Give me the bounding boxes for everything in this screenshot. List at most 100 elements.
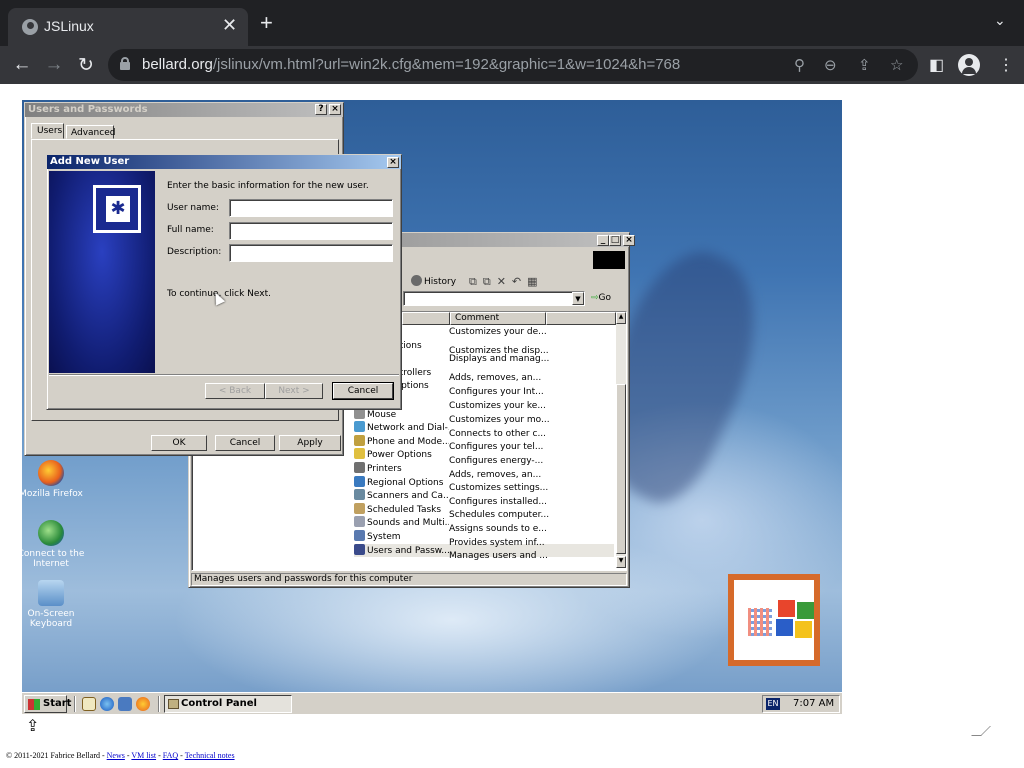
taskbar-control-panel-button[interactable]: Control Panel xyxy=(164,695,292,713)
desktop-icon-firefox[interactable]: Mozilla Firefox xyxy=(22,460,88,499)
applet-icon xyxy=(354,421,365,433)
desktop-icon-label: Mozilla Firefox xyxy=(22,489,83,499)
side-panel-icon[interactable]: ◧ xyxy=(929,55,944,75)
start-button[interactable]: Start xyxy=(24,695,71,713)
new-tab-icon[interactable]: + xyxy=(260,10,273,36)
news-link[interactable]: News xyxy=(107,751,125,760)
column-header-blank[interactable] xyxy=(546,312,616,325)
profile-avatar-icon[interactable] xyxy=(958,54,980,76)
vertical-scrollbar[interactable]: ▲ ▼ xyxy=(616,312,626,568)
start-label: Start xyxy=(43,698,72,709)
browser-tab[interactable]: JSLinux ✕ xyxy=(8,8,248,46)
tab-users[interactable]: Users xyxy=(31,123,64,139)
list-item[interactable]: Regional OptionsCustomizes settings... xyxy=(354,475,614,493)
back-button[interactable]: < Back xyxy=(205,383,265,399)
item-name: Phone and Mode... xyxy=(354,434,449,450)
language-indicator[interactable]: EN xyxy=(766,698,780,710)
clock[interactable]: 7:07 AM xyxy=(793,698,834,709)
desktop-icon-connect[interactable]: Connect to the Internet xyxy=(22,520,88,569)
applet-icon xyxy=(354,516,365,528)
item-name: Users and Passw... xyxy=(354,543,449,559)
close-button[interactable]: × xyxy=(623,235,635,246)
faq-link[interactable]: FAQ xyxy=(163,751,178,760)
history-button[interactable]: History xyxy=(407,273,460,289)
list-item[interactable]: SystemProvides system inf... xyxy=(354,529,614,548)
add-new-user-titlebar[interactable]: Add New User × xyxy=(47,155,401,169)
ok-button[interactable]: OK xyxy=(151,435,207,451)
minimize-button[interactable]: _ xyxy=(597,235,609,246)
help-button[interactable]: ? xyxy=(315,104,327,115)
system-tray: EN 7:07 AM xyxy=(762,695,840,713)
dropdown-arrow-icon[interactable]: ▼ xyxy=(572,292,584,305)
list-item[interactable]: Phone and Mode...Configures your tel... xyxy=(354,434,614,452)
vm-screen[interactable]: Mozilla Firefox Connect to the Internet … xyxy=(22,100,842,714)
keyboard-icon xyxy=(38,580,64,606)
reload-icon[interactable]: ↻ xyxy=(74,54,98,77)
separator xyxy=(49,374,399,376)
url-text[interactable]: bellard.org/jslinux/vm.html?url=win2k.cf… xyxy=(142,56,680,73)
tab-advanced[interactable]: Advanced xyxy=(66,125,115,139)
add-new-user-dialog[interactable]: Add New User × ✱ Enter the basic informa… xyxy=(46,154,402,410)
firefox-quicklaunch-icon[interactable] xyxy=(136,697,150,711)
share-icon[interactable]: ⇪ xyxy=(858,56,871,74)
upload-icon[interactable]: ⇪ xyxy=(26,716,39,736)
close-button[interactable]: × xyxy=(387,157,399,168)
username-input[interactable] xyxy=(229,199,393,217)
zoom-out-icon[interactable]: ⊖ xyxy=(824,56,837,74)
item-comment: Customizes your de... xyxy=(449,327,547,337)
forward-arrow-icon[interactable]: → xyxy=(42,54,66,76)
item-name: Network and Dial-... xyxy=(354,421,449,436)
description-input[interactable] xyxy=(229,244,393,262)
internet-explorer-icon[interactable] xyxy=(100,697,114,711)
apply-button[interactable]: Apply xyxy=(279,435,341,451)
resize-handle-icon[interactable] xyxy=(971,726,991,736)
list-item[interactable]: Network and Dial-...Connects to other c.… xyxy=(354,421,614,439)
technical-notes-link[interactable]: Technical notes xyxy=(185,751,235,760)
column-header-name[interactable] xyxy=(402,312,450,325)
applet-icon xyxy=(354,543,365,555)
scroll-up-icon[interactable]: ▲ xyxy=(616,312,626,324)
fullname-input[interactable] xyxy=(229,222,393,240)
list-item[interactable]: Sounds and Multi...Assigns sounds to e..… xyxy=(354,516,614,534)
intro-text: Enter the basic information for the new … xyxy=(167,181,369,191)
column-header-comment[interactable]: Comment xyxy=(450,312,546,325)
maximize-button[interactable]: □ xyxy=(609,235,621,246)
item-name: Scanners and Ca... xyxy=(354,489,449,504)
next-button[interactable]: Next > xyxy=(265,383,323,399)
close-button[interactable]: × xyxy=(329,104,341,115)
item-name-text: System xyxy=(367,531,401,542)
toolbar-icons[interactable]: ⧉⧉✕↶▦ xyxy=(469,275,544,289)
bookmark-star-icon[interactable]: ☆ xyxy=(890,56,903,74)
vm-list-link[interactable]: VM list xyxy=(131,751,156,760)
scroll-down-icon[interactable]: ▼ xyxy=(616,556,626,568)
go-button[interactable]: ⇨Go xyxy=(591,291,611,306)
desktop-icon-keyboard[interactable]: On-Screen Keyboard xyxy=(22,580,88,629)
item-name-text: Network and Dial-... xyxy=(367,423,449,434)
users-passwords-titlebar[interactable]: Users and Passwords ? × xyxy=(25,103,343,117)
list-item[interactable]: Users and Passw...Manages users and ... xyxy=(354,543,614,561)
kebab-menu-icon[interactable]: ⋮ xyxy=(998,55,1014,75)
close-tab-icon[interactable]: ✕ xyxy=(222,15,237,36)
back-arrow-icon[interactable]: ← xyxy=(10,54,34,76)
address-field[interactable]: ▼ xyxy=(403,291,585,306)
search-icon[interactable]: ⚲ xyxy=(794,56,805,74)
item-name: Regional Options xyxy=(354,475,449,491)
applet-icon xyxy=(354,502,365,514)
list-item[interactable]: Scheduled TasksSchedules computer... xyxy=(354,502,614,520)
address-bar[interactable]: bellard.org/jslinux/vm.html?url=win2k.cf… xyxy=(108,49,918,81)
list-item[interactable]: Power OptionsConfigures energy-... xyxy=(354,448,614,466)
cancel-button[interactable]: Cancel xyxy=(215,435,275,451)
chevron-down-icon[interactable]: ⌄ xyxy=(994,12,1006,29)
item-comment: Displays and manag... xyxy=(449,354,550,365)
list-item[interactable]: Scanners and Ca...Configures installed..… xyxy=(354,489,614,507)
outlook-express-icon[interactable] xyxy=(118,697,132,711)
show-desktop-icon[interactable] xyxy=(82,697,96,711)
control-panel-icon xyxy=(168,699,179,709)
item-name: Power Options xyxy=(354,448,449,463)
desktop-icon-label: Connect to the Internet xyxy=(22,549,85,569)
cancel-button[interactable]: Cancel xyxy=(332,382,394,400)
scroll-thumb[interactable] xyxy=(616,384,626,554)
item-name-text: Users and Passw... xyxy=(367,545,449,556)
list-item[interactable]: PrintersAdds, removes, an... xyxy=(354,461,614,480)
item-name-text: Scheduled Tasks xyxy=(367,504,442,515)
